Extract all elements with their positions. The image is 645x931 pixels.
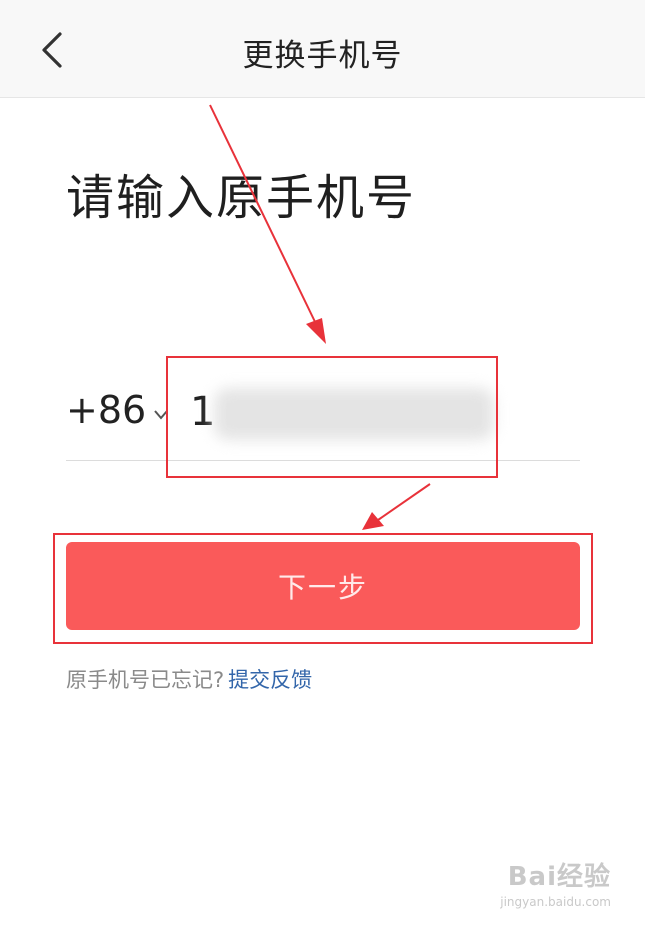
annotation-arrowhead-input [306,318,326,344]
forgot-number-hint: 原手机号已忘记? 提交反馈 [66,664,312,694]
annotation-arrow-to-button [377,483,431,521]
submit-feedback-link[interactable]: 提交反馈 [228,668,312,692]
page-title: 更换手机号 [242,38,403,74]
navigation-bar: 更换手机号 [0,0,645,98]
forgot-text: 原手机号已忘记? [66,668,225,692]
watermark-brand: Bai经验 [507,862,611,892]
baidu-jingyan-watermark: Bai经验 jingyan.baidu.com [500,856,611,909]
watermark-url: jingyan.baidu.com [500,895,611,909]
country-code-selector[interactable]: +86 [66,388,146,432]
annotation-box-next-button [53,533,593,644]
annotation-arrowhead-button [362,512,384,530]
annotation-box-phone-input [166,356,498,478]
instruction-heading: 请输入原手机号 [66,170,417,226]
